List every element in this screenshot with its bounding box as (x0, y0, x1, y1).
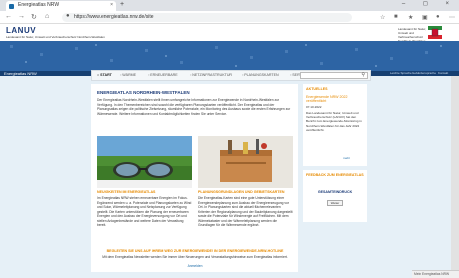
browser-tab-bar: Energieatlas NRW × + – ◻ × (0, 0, 459, 11)
menu-icon[interactable]: ⋯ (449, 14, 455, 21)
forward-icon[interactable]: → (18, 13, 25, 20)
address-bar-row: ← → ↻ ⌂ ● https://www.energieatlas.nrw.d… (0, 11, 459, 24)
banner-background (0, 41, 459, 71)
link-leichte-sprache[interactable]: Leichte Sprache (390, 71, 412, 75)
search-input[interactable]: ⚲ (300, 72, 368, 79)
logo-subtitle: Landesamt für Natur, Umwelt und Verbrauc… (6, 35, 105, 39)
page-title: ENERGIEATLAS NORDRHEIN-WESTFALEN (97, 90, 190, 95)
link-kontakt[interactable]: Kontakt (438, 71, 448, 75)
card-image-toolbox (198, 136, 293, 188)
extensions-icon[interactable]: ■ (394, 14, 398, 20)
card2-text: Die Energieatlas-Karten sind eine gute U… (198, 196, 293, 227)
main-content: ENERGIEATLAS NORDRHEIN-WESTFALEN Der Ene… (91, 84, 298, 272)
news-box: AKTUELLES Energiewende NRW 2022 veröffen… (303, 84, 367, 166)
card2-title[interactable]: PLANUNGSGRUNDLAGEN UND GEBIETSKARTEN (198, 190, 284, 194)
newsletter-title: BEGLEITEN SIE UNS AUF IHREM WEG ZUR ENER… (106, 249, 284, 253)
url-text: https://www.energieatlas.nrw.de/site (74, 14, 154, 20)
favicon-icon (9, 4, 14, 9)
menu-item-waerme[interactable]: ▫ WÄRME (120, 73, 136, 77)
close-tab-icon[interactable]: × (110, 2, 113, 8)
favorites-icon[interactable]: ★ (408, 14, 413, 21)
nrw-coat-of-arms-icon (428, 26, 442, 39)
url-field[interactable]: ● https://www.energieatlas.nrw.de/site (62, 13, 352, 22)
tab-title: Energieatlas NRW (18, 2, 60, 8)
feedback-box: FEEDBACK ZUM ENERGIEATLAS GESAMTEINDRUCK… (303, 170, 367, 222)
back-icon[interactable]: ← (5, 13, 12, 20)
news-text: Das Landesamt für Natur, Umwelt und Verb… (306, 111, 362, 132)
search-icon[interactable]: ⚲ (361, 72, 365, 78)
card-image-glasses (97, 136, 192, 188)
newsletter-text: Mit dem Energieatlas Newsletter werden S… (102, 255, 288, 259)
window-controls[interactable]: – ◻ × (402, 0, 457, 7)
collections-icon[interactable]: ▣ (422, 14, 428, 21)
status-text: Mein Energieatlas NRW (414, 272, 450, 276)
menu-item-planungskarten[interactable]: ▫ PLANUNGSKARTEN (242, 73, 279, 77)
feedback-label: GESAMTEINDRUCK (317, 190, 353, 194)
home-icon[interactable]: ⌂ (45, 13, 49, 20)
reload-icon[interactable]: ↻ (31, 13, 37, 21)
profile-icon[interactable]: ● (436, 14, 440, 20)
status-bar: Mein Energieatlas NRW (412, 270, 459, 278)
menu-item-erneuerbare[interactable]: ▫ ERNEUERBARE (148, 73, 178, 77)
news-more-link[interactable]: mehr (343, 156, 350, 160)
new-tab-button[interactable]: + (120, 1, 124, 8)
bookmark-star-icon[interactable]: ☆ (380, 14, 385, 21)
news-headline[interactable]: Energiewende NRW 2022 veröffentlicht (306, 95, 364, 103)
site-header: LANUV Landesamt für Natur, Umwelt und Ve… (0, 24, 459, 43)
sidebar: AKTUELLES Energiewende NRW 2022 veröffen… (303, 84, 367, 272)
lanuv-logo[interactable]: LANUV (6, 26, 36, 35)
lock-icon: ● (66, 13, 70, 19)
intro-text: Der Energieatlas Nordrhein-Westfalen ste… (97, 98, 291, 116)
browser-tab[interactable]: Energieatlas NRW × (6, 1, 116, 11)
banner-map-pattern (0, 41, 459, 71)
menu-item-start[interactable]: ⌂ START (97, 73, 112, 77)
feedback-button[interactable]: Weiter (327, 200, 343, 206)
feedback-title: FEEDBACK ZUM ENERGIEATLAS (306, 173, 364, 177)
newsletter-link[interactable]: Anmelden (99, 264, 291, 269)
card1-title[interactable]: NEUIGKEITEN IM ENERGIEATLAS (97, 190, 155, 194)
news-date: 07.10.2022 (306, 105, 322, 109)
link-gebaerdensprache[interactable]: Gebärdensprache (412, 71, 436, 75)
page-scrollbar[interactable] (451, 76, 459, 270)
menu-item-netzinfrastruktur[interactable]: ▫ NETZINFRASTRUKTUR (190, 73, 232, 77)
card1-text: Im Energieatlas NRW stehen erneuerbare E… (97, 196, 192, 227)
news-title: AKTUELLES (306, 87, 328, 91)
